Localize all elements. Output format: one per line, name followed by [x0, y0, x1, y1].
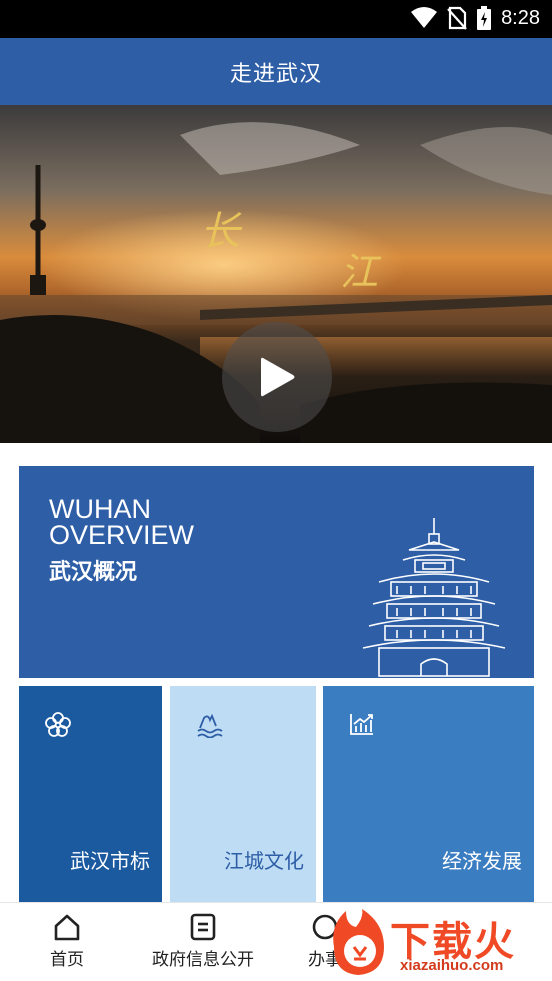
nav-label-gov-info: 政府信息公开	[152, 950, 254, 970]
no-sim-icon	[447, 6, 467, 30]
document-icon	[190, 913, 216, 941]
plum-blossom-icon	[45, 712, 71, 737]
video-player[interactable]: 长 江	[0, 105, 552, 443]
svg-text:长: 长	[200, 209, 243, 255]
nav-item-gov-info[interactable]: 政府信息公开	[152, 913, 254, 970]
tile-label: 经济发展	[442, 849, 522, 873]
tile-label: 武汉市标	[70, 849, 150, 873]
nav-label-home: 首页	[50, 950, 84, 970]
overview-cn-title: 武汉概况	[49, 560, 138, 585]
flame-logo-icon	[333, 909, 384, 975]
tile-wuhan-emblem[interactable]: 武汉市标	[19, 686, 162, 902]
yellow-crane-tower-icon	[362, 518, 506, 677]
bar-chart-icon	[350, 714, 373, 735]
waves-icon	[197, 713, 223, 738]
home-icon	[54, 914, 80, 941]
page-title: 走进武汉	[229, 61, 322, 87]
watermark-en: xiazaihuo.com	[400, 957, 504, 974]
nav-item-home[interactable]: 首页	[50, 913, 84, 970]
watermark: 下载火 xiazaihuo.com	[320, 905, 552, 981]
status-icons: 8:28	[411, 6, 540, 30]
app-bar: 走进武汉	[0, 38, 552, 105]
play-icon	[261, 357, 295, 397]
battery-charging-icon	[477, 6, 492, 30]
status-time: 8:28	[501, 6, 540, 29]
tile-economic-development[interactable]: 经济发展	[323, 686, 534, 902]
tile-river-city-culture[interactable]: 江城文化	[170, 686, 316, 902]
status-bar: 8:28	[0, 0, 552, 38]
overview-en-line2: OVERVIEW	[49, 520, 195, 550]
wuhan-overview-card[interactable]: WUHAN OVERVIEW 武汉概况	[19, 466, 534, 678]
wifi-icon	[411, 7, 438, 28]
play-button[interactable]	[222, 322, 332, 432]
svg-text:江: 江	[340, 250, 382, 294]
tile-label: 江城文化	[224, 849, 304, 873]
